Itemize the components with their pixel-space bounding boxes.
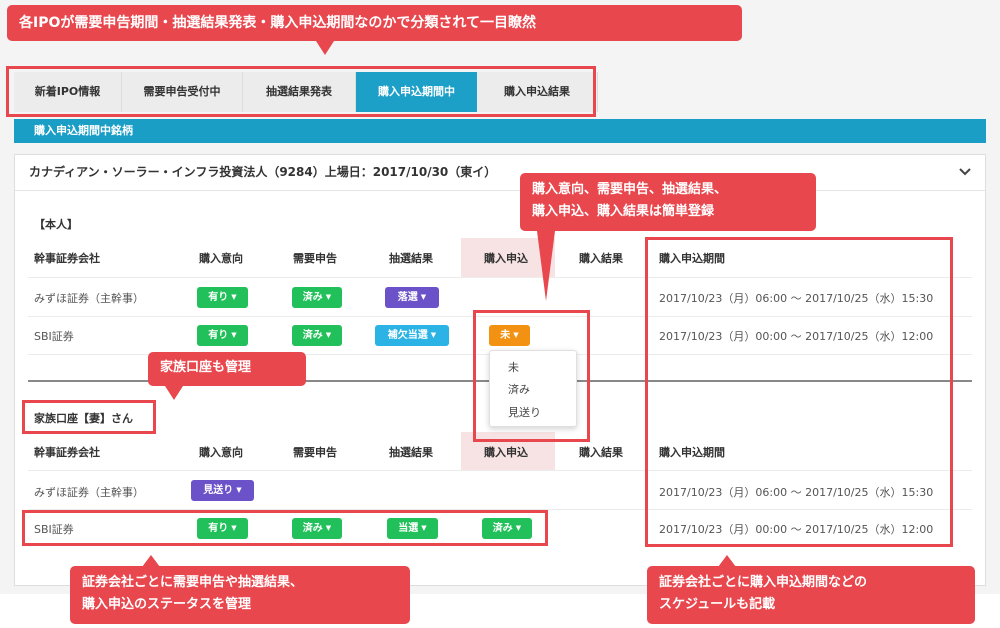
header-lottery: 抽選結果 [389,252,433,265]
panel-header[interactable]: カナディアン・ソーラー・インフラ投資法人（9284）上場日：2017/10/30… [15,155,985,191]
callout-categorized: 各IPOが需要申告期間・抽選結果発表・購入申込期間なのかで分類されて一目瞭然 [7,5,742,41]
tabs-highlight-box [6,66,596,117]
demand-dropdown[interactable]: 済み ▼ [292,325,342,346]
header-result: 購入結果 [579,252,623,265]
broker-name: SBI証券 [34,330,74,343]
header-demand: 需要申告 [293,252,337,265]
broker-name: みずほ証券（主幹事） [34,292,144,305]
callout-line: スケジュールも記載 [659,597,776,612]
self-section-label: 【本人】 [34,218,78,231]
header-broker: 幹事証券会社 [34,252,100,265]
callout-status-management: 証券会社ごとに需要申告や抽選結果、 購入申込のステータスを管理 [70,566,410,624]
header-broker: 幹事証券会社 [34,446,100,459]
lottery-dropdown[interactable]: 補欠当選 ▼ [375,325,449,346]
intent-dropdown[interactable]: 有り ▼ [197,287,248,308]
broker-name: みずほ証券（主幹事） [34,486,144,499]
lottery-dropdown[interactable]: 落選 ▼ [385,287,439,308]
callout-pointer [537,231,555,301]
header-apply: 購入申込 [484,446,528,459]
intent-dropdown[interactable]: 見送り ▼ [191,480,254,501]
callout-family-accounts: 家族口座も管理 [148,352,306,386]
header-lottery: 抽選結果 [389,446,433,459]
header-intent: 購入意向 [199,446,243,459]
header-intent: 購入意向 [199,252,243,265]
family-highlight-box [22,400,156,434]
callout-line: 購入申込、購入結果は簡単登録 [532,204,715,219]
callout-pointer [165,386,183,400]
status-highlight-box [22,510,548,546]
callout-line: 証券会社ごとに需要申告や抽選結果、 [82,575,304,590]
chevron-down-icon[interactable] [959,155,971,204]
panel-title: カナディアン・ソーラー・インフラ投資法人（9284）上場日：2017/10/30… [29,165,497,179]
callout-schedule: 証券会社ごとに購入申込期間などの スケジュールも記載 [647,566,975,624]
callout-pointer [316,41,334,55]
callout-line: 購入申込のステータスを管理 [82,597,252,612]
header-demand: 需要申告 [293,446,337,459]
demand-dropdown[interactable]: 済み ▼ [292,287,342,308]
header-result: 購入結果 [579,446,623,459]
header-apply: 購入申込 [484,252,528,265]
callout-easy-register: 購入意向、需要申告、抽選結果、 購入申込、購入結果は簡単登録 [520,173,816,231]
callout-line: 証券会社ごとに購入申込期間などの [659,575,868,590]
callout-line: 購入意向、需要申告、抽選結果、 [532,182,728,197]
section-title: 購入申込期間中銘柄 [14,119,986,143]
schedule-highlight-box [645,237,953,547]
intent-dropdown[interactable]: 有り ▼ [197,325,248,346]
register-highlight-box [473,310,590,442]
